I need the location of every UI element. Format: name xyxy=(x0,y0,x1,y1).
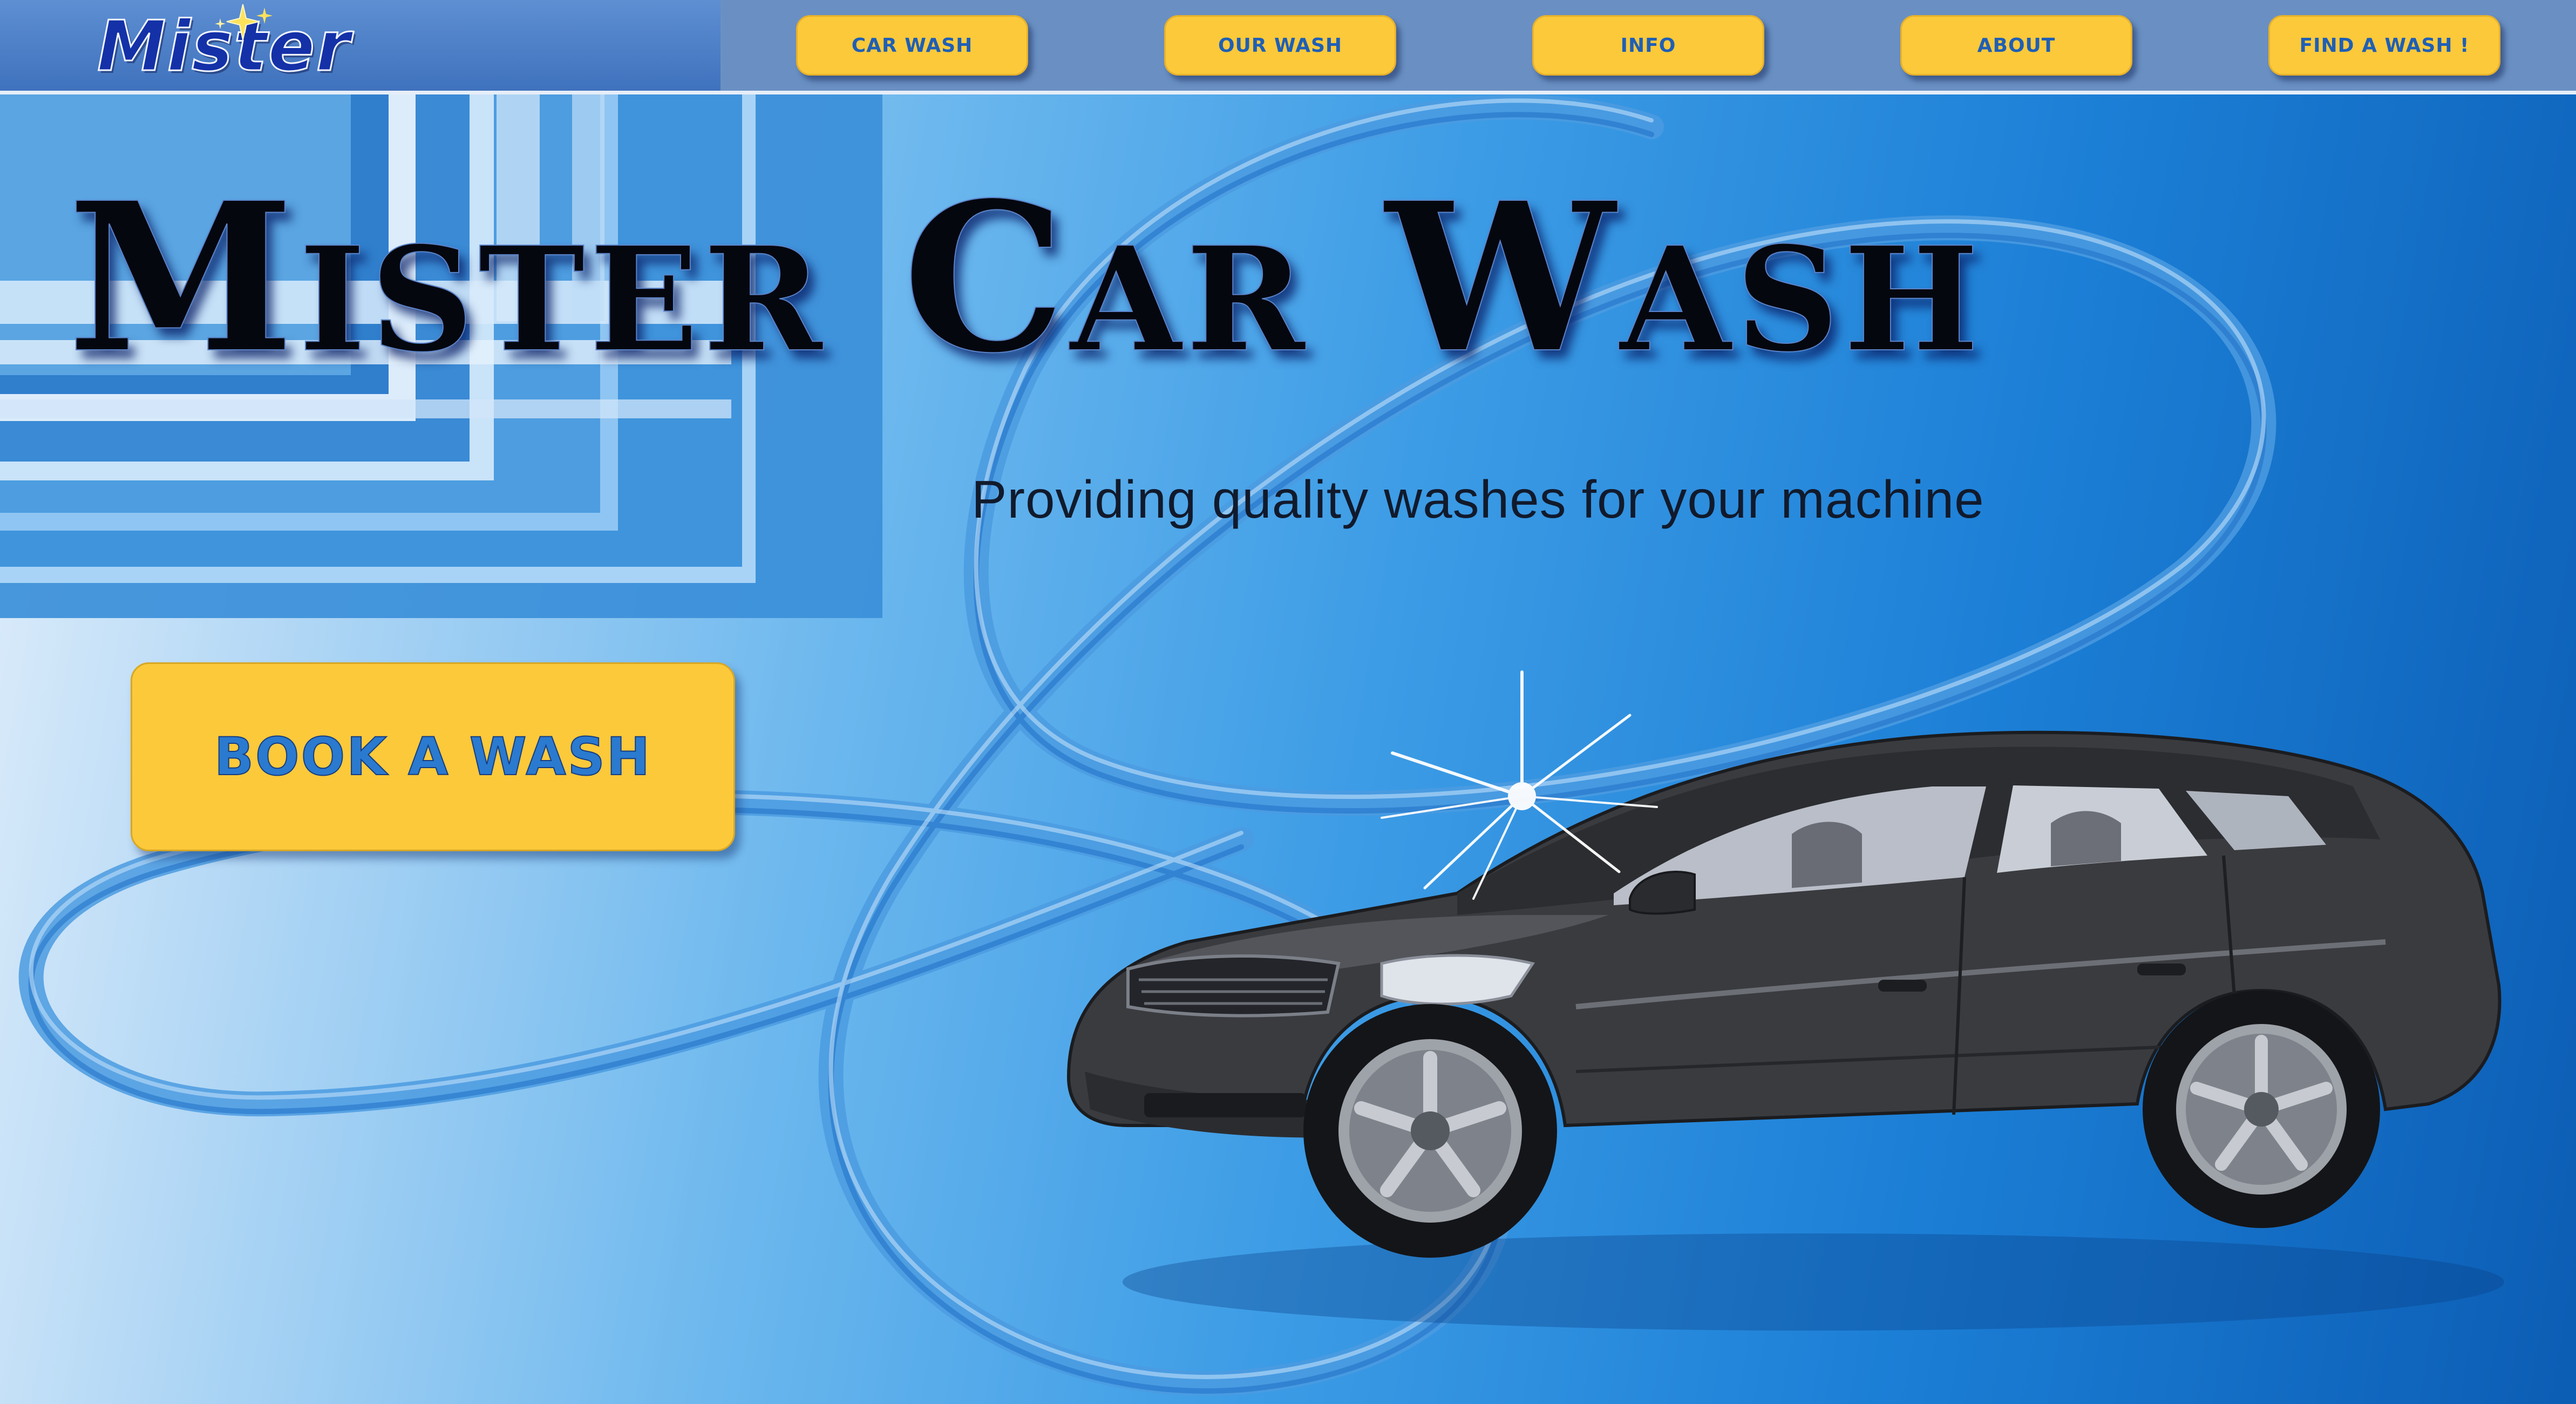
nav-car-wash-label: Car Wash xyxy=(851,34,973,57)
nav-find-a-wash-button[interactable]: Find A Wash ! xyxy=(2268,15,2500,76)
nav-car-wash-button[interactable]: Car Wash xyxy=(796,15,1028,76)
nav-our-wash-button[interactable]: Our Wash xyxy=(1164,15,1396,76)
nav-about-button[interactable]: About xyxy=(1900,15,2132,76)
book-a-wash-label: Book A Wash xyxy=(214,726,652,788)
nav-find-a-wash-label: Find A Wash ! xyxy=(2299,34,2470,57)
nav-our-wash-label: Our Wash xyxy=(1218,34,1343,57)
car-wash-homepage: Mister Car Wash Our Wash Info About Find… xyxy=(0,0,2576,1404)
hero-subtitle: Providing quality washes for your machin… xyxy=(971,470,1984,529)
sparkle-icon xyxy=(215,4,273,40)
logo[interactable]: Mister xyxy=(0,0,721,91)
nav-info-button[interactable]: Info xyxy=(1532,15,1764,76)
rear-wheel xyxy=(2143,991,2380,1228)
hero-title-word-mister: Mister xyxy=(67,157,827,398)
hero-section: Mister Car Wash Providing quality washes… xyxy=(0,94,2576,1404)
nav-info-label: Info xyxy=(1620,34,1676,57)
hero-title-word-car: Car xyxy=(902,157,1310,398)
book-a-wash-button[interactable]: Book A Wash xyxy=(131,662,735,851)
top-navigation-bar: Mister Car Wash Our Wash Info About Find… xyxy=(0,0,2576,94)
hero-title: Mister Car Wash xyxy=(67,161,1983,395)
front-wheel xyxy=(1303,1004,1557,1258)
hero-title-word-wash: Wash xyxy=(1384,157,1983,398)
sedan-car-illustration xyxy=(1066,670,2504,1331)
nav-about-label: About xyxy=(1977,34,2056,57)
